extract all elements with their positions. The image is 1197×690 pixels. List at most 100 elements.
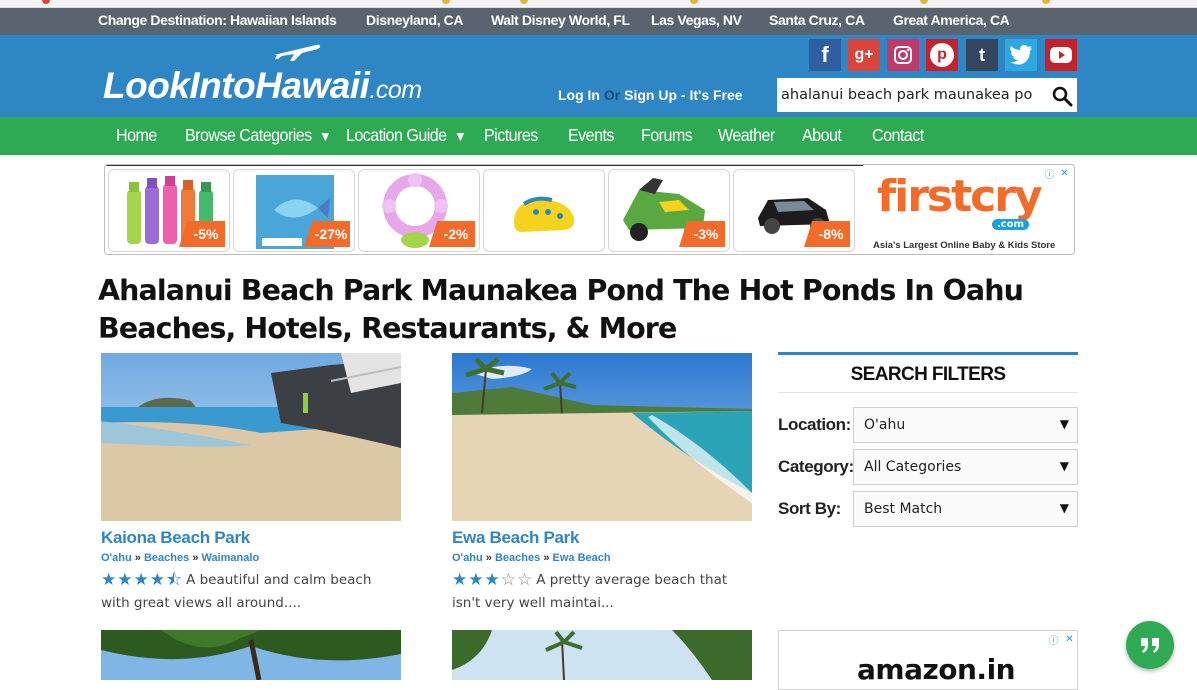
main-nav: Home Browse Categories ▼ Location Guide ▼ … xyxy=(0,117,1197,155)
ad-product-clogs[interactable] xyxy=(483,169,605,252)
instagram-glyph xyxy=(894,46,912,64)
bookmark-icon[interactable] xyxy=(690,0,698,4)
auth-links: Log In Or Sign Up - It's Free xyxy=(558,87,743,103)
dropdown-arrow-icon: ▼ xyxy=(1059,459,1069,473)
breadcrumb-link[interactable]: O'ahu xyxy=(101,552,132,564)
nav-forums-label: Forums xyxy=(641,125,693,145)
airplane-icon xyxy=(274,44,321,61)
destination-link-disneyland[interactable]: Disneyland, CA xyxy=(366,12,463,28)
location-select-value: O'ahu xyxy=(864,417,906,433)
destination-link-santa-cruz[interactable]: Santa Cruz, CA xyxy=(769,12,865,28)
adchoices-icon[interactable]: ⓘ xyxy=(1043,167,1056,181)
result-description: ★★★★⯪ A beautiful and calm beach with gre… xyxy=(101,569,401,615)
pinterest-icon[interactable]: p xyxy=(926,39,958,71)
breadcrumb-link[interactable]: Beaches xyxy=(495,552,540,564)
ad-product-ride-on-car[interactable]: -3% xyxy=(608,169,730,252)
caret-down-icon: ▼ xyxy=(319,128,332,144)
google-plus-glyph: g+ xyxy=(854,46,874,63)
ad-product-toy-car[interactable]: -8% xyxy=(733,169,855,252)
location-label: Location: xyxy=(778,415,851,434)
nav-weather-label: Weather xyxy=(718,125,775,145)
nav-browse-categories[interactable]: Browse Categories ▼ xyxy=(185,125,332,146)
nav-forums[interactable]: Forums xyxy=(641,125,693,146)
signup-link[interactable]: Sign Up - It's Free xyxy=(624,87,742,103)
nav-weather[interactable]: Weather xyxy=(718,125,775,146)
nav-pictures[interactable]: Pictures xyxy=(484,125,538,146)
result-title[interactable]: Kaiona Beach Park xyxy=(101,528,250,548)
adchoices-icon[interactable]: ⓘ xyxy=(1047,633,1060,647)
ad-product-book[interactable]: -27% xyxy=(233,169,355,252)
sort-select-value: Best Match xyxy=(864,501,943,517)
caret-down-icon: ▼ xyxy=(453,128,467,144)
google-plus-icon[interactable]: g+ xyxy=(848,39,880,71)
breadcrumb-link[interactable]: Waimanalo xyxy=(202,552,260,564)
stars-empty: ☆☆ xyxy=(500,570,534,590)
result-image[interactable] xyxy=(101,630,401,680)
nav-contact[interactable]: Contact xyxy=(872,125,924,146)
login-link[interactable]: Log In xyxy=(558,87,600,103)
ad-product-water-bottles[interactable]: -5% xyxy=(108,169,230,252)
close-ad-icon[interactable]: ✕ xyxy=(1058,167,1071,180)
bookmark-icon[interactable] xyxy=(520,0,528,4)
bookmark-icon[interactable] xyxy=(1042,0,1050,4)
youtube-icon[interactable] xyxy=(1045,39,1077,71)
twitter-icon[interactable] xyxy=(1005,39,1037,71)
location-select[interactable]: O'ahu ▼ xyxy=(853,407,1078,443)
nav-location-guide-label: Location Guide xyxy=(346,125,447,145)
nav-home[interactable]: Home xyxy=(116,125,157,146)
result-image[interactable] xyxy=(452,353,752,521)
chat-quote-button[interactable] xyxy=(1126,621,1174,669)
search-input[interactable] xyxy=(777,78,1043,112)
category-select-value: All Categories xyxy=(864,459,962,475)
tumblr-icon[interactable]: t xyxy=(966,39,998,71)
park-photo xyxy=(452,630,752,680)
sort-select[interactable]: Best Match ▼ xyxy=(853,491,1078,527)
facebook-icon[interactable]: f xyxy=(809,39,841,71)
search-box xyxy=(777,78,1077,112)
ad-banner-amazon[interactable]: amazon.in ⓘ ✕ xyxy=(778,630,1078,690)
nav-about[interactable]: About xyxy=(802,125,842,146)
youtube-glyph xyxy=(1050,47,1072,63)
breadcrumb-separator: » xyxy=(485,552,492,564)
result-title[interactable]: Ewa Beach Park xyxy=(452,528,579,548)
result-image[interactable] xyxy=(101,353,401,521)
destination-label: Change Destination: xyxy=(98,12,227,28)
destination-link-las-vegas[interactable]: Las Vegas, NV xyxy=(651,12,742,28)
breadcrumb-link[interactable]: O'ahu xyxy=(452,552,483,564)
star-rating: ★★★★⯪ xyxy=(101,569,183,592)
nav-events[interactable]: Events xyxy=(568,125,614,146)
site-logo[interactable]: LookIntoHawaii.com xyxy=(103,65,422,107)
product-image xyxy=(514,196,575,232)
result-image[interactable] xyxy=(452,630,752,680)
breadcrumb: O'ahu » Beaches » Ewa Beach xyxy=(452,552,611,564)
close-ad-icon[interactable]: ✕ xyxy=(1063,633,1076,646)
firstcry-logo[interactable]: firstcry .com Asia's Largest Online Baby… xyxy=(867,169,1067,253)
destination-link-great-america[interactable]: Great America, CA xyxy=(893,12,1010,28)
twitter-glyph xyxy=(1010,45,1032,65)
destination-bar: Change Destination: Hawaiian Islands Dis… xyxy=(0,8,1197,35)
nav-location-guide[interactable]: Location Guide ▼ xyxy=(346,125,467,146)
bookmark-icon[interactable] xyxy=(42,0,50,4)
page-title: Ahalanui Beach Park Maunakea Pond The Ho… xyxy=(98,274,1024,345)
beach-photo xyxy=(452,353,752,521)
bookmark-icon[interactable] xyxy=(442,0,450,4)
nav-events-label: Events xyxy=(568,125,614,145)
destination-link-hawaiian-islands[interactable]: Hawaiian Islands xyxy=(230,12,337,28)
facebook-glyph: f xyxy=(821,42,829,67)
firstcry-tagline: Asia's Largest Online Baby & Kids Store xyxy=(873,240,1056,251)
ad-banner[interactable]: -5% -27% -2% -3% -8% firstcry .com Asia'… xyxy=(104,164,1075,255)
sort-label: Sort By: xyxy=(778,499,841,518)
breadcrumb-link[interactable]: Beaches xyxy=(144,552,189,564)
ad-product-teether[interactable]: -2% xyxy=(358,169,480,252)
nav-pictures-label: Pictures xyxy=(484,125,538,145)
instagram-icon[interactable] xyxy=(887,39,919,71)
search-icon[interactable] xyxy=(1051,85,1073,107)
stars-half: ⯪ xyxy=(165,570,184,590)
category-label: Category: xyxy=(778,457,854,476)
nav-browse-categories-label: Browse Categories xyxy=(185,125,312,145)
destination-link-walt-disney-world[interactable]: Walt Disney World, FL xyxy=(491,12,630,28)
category-select[interactable]: All Categories ▼ xyxy=(853,449,1078,485)
bookmark-icon[interactable] xyxy=(920,0,928,4)
breadcrumb: O'ahu » Beaches » Waimanalo xyxy=(101,552,259,564)
breadcrumb-link[interactable]: Ewa Beach xyxy=(553,552,611,564)
